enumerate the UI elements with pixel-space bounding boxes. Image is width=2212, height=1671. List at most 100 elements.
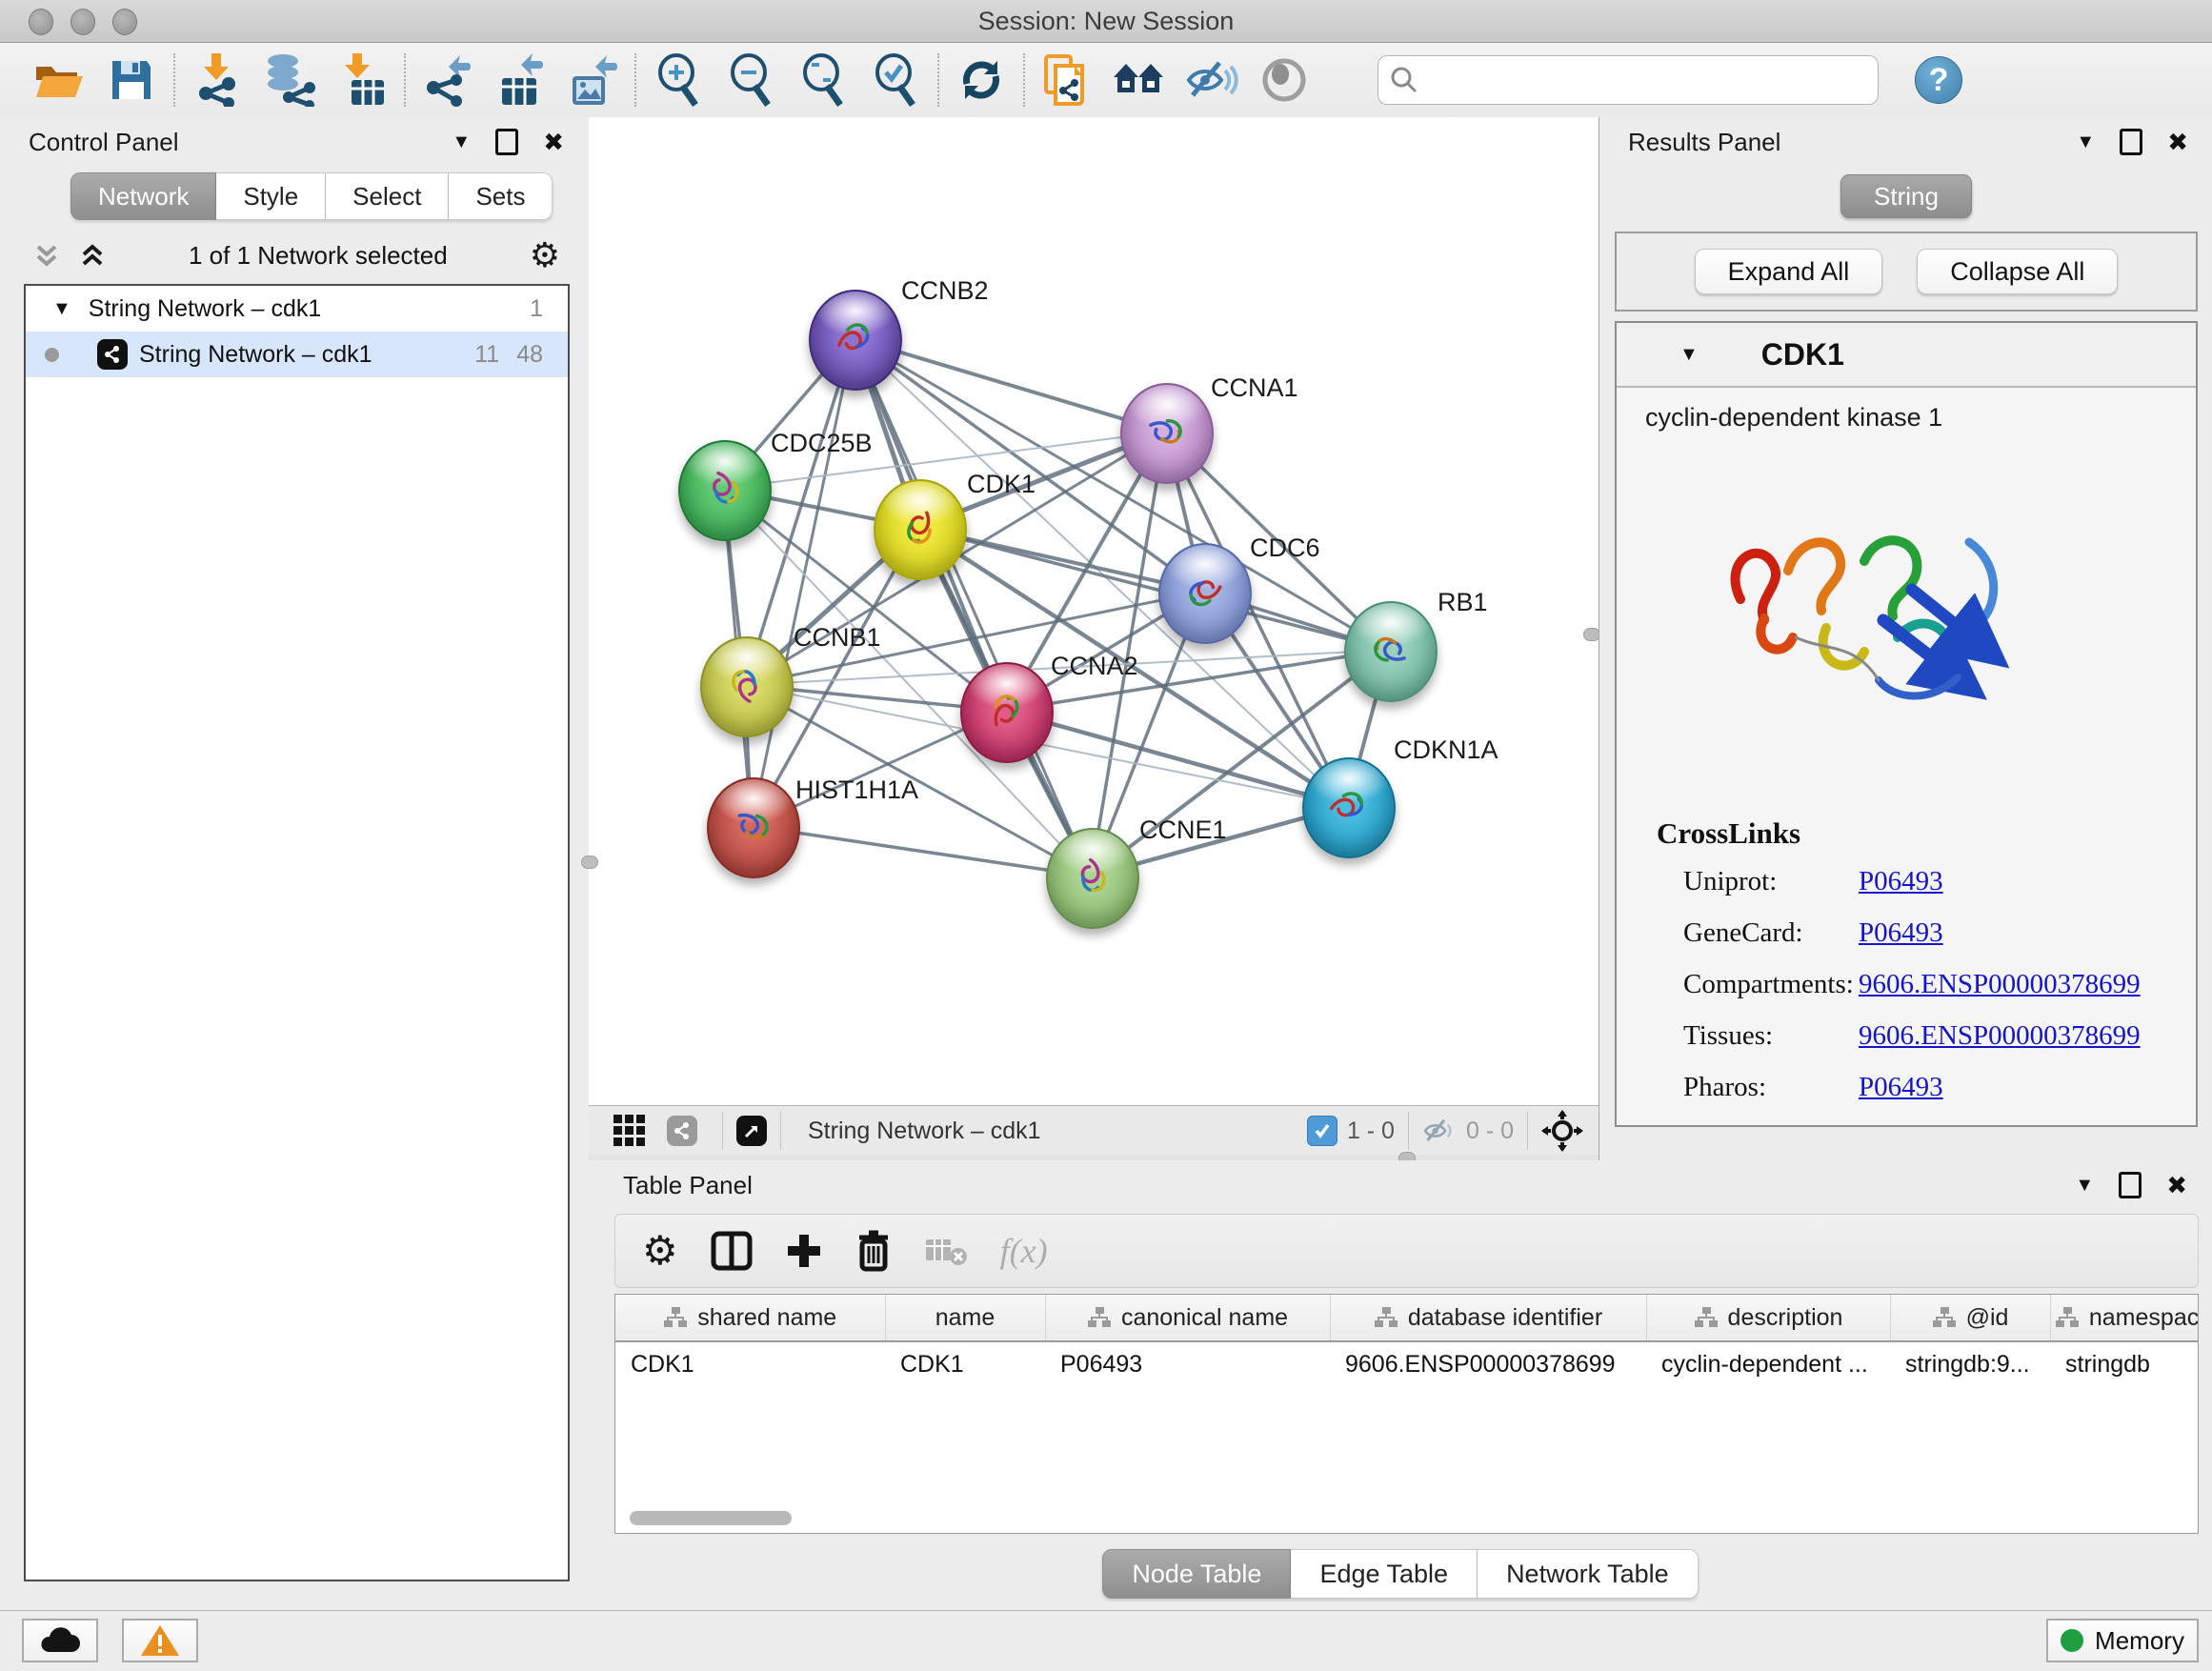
- tab-select[interactable]: Select: [326, 172, 449, 220]
- show-all-button[interactable]: [1248, 50, 1320, 111]
- memory-button[interactable]: Memory: [2046, 1619, 2199, 1662]
- tab-edge-table[interactable]: Edge Table: [1291, 1549, 1478, 1599]
- import-table-file-button[interactable]: [326, 50, 398, 111]
- birds-eye-view-icon[interactable]: [736, 1116, 767, 1146]
- node-RB1[interactable]: [1344, 601, 1438, 702]
- plus-icon: [785, 1232, 823, 1270]
- tab-string[interactable]: String: [1840, 174, 1972, 218]
- table-cell-shared-name[interactable]: CDK1: [615, 1341, 885, 1386]
- float-panel-icon[interactable]: [2119, 1172, 2142, 1198]
- copy-network-button[interactable]: [1031, 50, 1103, 111]
- tab-network[interactable]: Network: [70, 172, 216, 220]
- table-cell--id[interactable]: stringdb:9...: [1890, 1341, 2050, 1386]
- crosslink-link-genecard-[interactable]: P06493: [1859, 917, 1943, 949]
- table-cell-description[interactable]: cyclin-dependent ...: [1646, 1341, 1890, 1386]
- delete-table-button-disabled: [924, 1234, 968, 1268]
- collection-expander-icon[interactable]: ▼: [52, 298, 71, 320]
- node-label-CCNA2: CCNA2: [1051, 652, 1138, 681]
- node-CCNB2[interactable]: [809, 290, 902, 391]
- node-CDKN1A[interactable]: [1302, 757, 1396, 858]
- node-CCNA2[interactable]: [960, 662, 1054, 763]
- node-HIST1H1A[interactable]: [707, 777, 800, 878]
- close-panel-icon[interactable]: ✖: [2166, 1171, 2187, 1200]
- panel-menu-icon[interactable]: ▼: [2076, 131, 2095, 153]
- delete-column-button[interactable]: [855, 1230, 892, 1272]
- edge-CCNB2-HIST1H1A[interactable]: [752, 338, 854, 826]
- table-row[interactable]: CDK1CDK1P064939606.ENSP00000378699cyclin…: [615, 1341, 2199, 1386]
- table-options-gear-button[interactable]: ⚙: [642, 1231, 678, 1271]
- node-CDC6[interactable]: [1158, 543, 1252, 644]
- crosslink-link-pharos-[interactable]: P06493: [1859, 1072, 1943, 1103]
- close-panel-icon[interactable]: ✖: [543, 128, 564, 157]
- collapse-all-button[interactable]: Collapse All: [1917, 249, 2118, 294]
- search-input[interactable]: [1428, 66, 1866, 95]
- gene-card-header[interactable]: ▼ CDK1: [1617, 323, 2196, 388]
- network-row[interactable]: String Network – cdk1 11 48: [26, 332, 568, 377]
- open-session-button[interactable]: [23, 50, 95, 111]
- help-button[interactable]: ?: [1915, 56, 1962, 104]
- grid-view-icon[interactable]: [612, 1113, 648, 1149]
- horizontal-scrollbar-thumb[interactable]: [630, 1511, 792, 1525]
- gene-expander-icon[interactable]: ▼: [1679, 344, 1699, 366]
- collapse-all-icon[interactable]: [32, 241, 61, 270]
- network-collection-row[interactable]: ▼ String Network – cdk1 1: [26, 286, 568, 332]
- column-header-database-identifier[interactable]: database identifier: [1330, 1295, 1646, 1341]
- import-network-file-button[interactable]: [181, 50, 253, 111]
- column-header-canonical-name[interactable]: canonical name: [1045, 1295, 1330, 1341]
- show-columns-button[interactable]: [711, 1230, 753, 1272]
- close-panel-icon[interactable]: ✖: [2167, 128, 2188, 157]
- float-panel-icon[interactable]: [2120, 129, 2142, 155]
- warning-icon: [140, 1623, 180, 1658]
- apply-layout-button[interactable]: [945, 50, 1017, 111]
- selection-checkbox[interactable]: [1307, 1116, 1337, 1146]
- node-CDK1[interactable]: [874, 479, 967, 580]
- panel-menu-icon[interactable]: ▼: [452, 131, 471, 153]
- edge-HIST1H1A-CCNE1[interactable]: [752, 826, 1091, 876]
- float-panel-icon[interactable]: [495, 129, 518, 155]
- crosslink-link-compartments-[interactable]: 9606.ENSP00000378699: [1859, 969, 2141, 1000]
- node-CCNE1[interactable]: [1046, 828, 1139, 929]
- panel-menu-icon[interactable]: ▼: [2075, 1175, 2094, 1197]
- table-cell-name[interactable]: CDK1: [885, 1341, 1045, 1386]
- zoom-fit-icon: [798, 53, 848, 107]
- column-header-shared-name[interactable]: shared name: [615, 1295, 885, 1341]
- node-CCNA1[interactable]: [1120, 383, 1214, 484]
- save-session-button[interactable]: [95, 50, 168, 111]
- create-column-button[interactable]: [785, 1232, 823, 1270]
- tab-network-table[interactable]: Network Table: [1478, 1549, 1699, 1599]
- export-table-button[interactable]: [484, 50, 556, 111]
- table-cell-database-identifier[interactable]: 9606.ENSP00000378699: [1330, 1341, 1646, 1386]
- network-options-gear-icon[interactable]: ⚙: [530, 238, 560, 272]
- column-header-name[interactable]: name: [885, 1295, 1045, 1341]
- column-header-namespace[interactable]: namespace: [2050, 1295, 2199, 1341]
- table-cell-namespace[interactable]: stringdb: [2050, 1341, 2199, 1386]
- columns-icon: [711, 1230, 753, 1272]
- warnings-button[interactable]: [122, 1619, 198, 1662]
- network-canvas[interactable]: CCNB2 CCNA1 CDC25B CDK1 CDC6 RB1: [589, 117, 1599, 1105]
- zoom-in-button[interactable]: [642, 50, 714, 111]
- export-network-button[interactable]: [412, 50, 484, 111]
- tab-style[interactable]: Style: [216, 172, 326, 220]
- expand-all-icon[interactable]: [78, 241, 107, 270]
- first-neighbors-button[interactable]: [1103, 50, 1176, 111]
- node-CDC25B[interactable]: [678, 440, 772, 541]
- tab-sets[interactable]: Sets: [449, 172, 553, 220]
- fit-selected-crosshair-icon[interactable]: [1541, 1110, 1583, 1152]
- hide-selected-button[interactable]: [1176, 50, 1248, 111]
- import-network-database-button[interactable]: [253, 50, 326, 111]
- node-CCNB1[interactable]: [700, 636, 794, 737]
- zoom-out-button[interactable]: [714, 50, 787, 111]
- crosslink-link-uniprot-[interactable]: P06493: [1859, 866, 1943, 897]
- crosslink-link-tissues-[interactable]: 9606.ENSP00000378699: [1859, 1020, 2141, 1052]
- column-header-description[interactable]: description: [1646, 1295, 1890, 1341]
- tab-node-table[interactable]: Node Table: [1102, 1549, 1291, 1599]
- cloud-status-button[interactable]: [22, 1619, 98, 1662]
- left-splitter-grip[interactable]: [581, 856, 598, 869]
- export-image-button[interactable]: [556, 50, 629, 111]
- expand-all-button[interactable]: Expand All: [1695, 249, 1883, 294]
- table-cell-canonical-name[interactable]: P06493: [1045, 1341, 1330, 1386]
- zoom-selected-button[interactable]: [859, 50, 932, 111]
- column-header--id[interactable]: @id: [1890, 1295, 2050, 1341]
- network-type-icon[interactable]: [667, 1116, 697, 1146]
- zoom-fit-button[interactable]: [787, 50, 859, 111]
